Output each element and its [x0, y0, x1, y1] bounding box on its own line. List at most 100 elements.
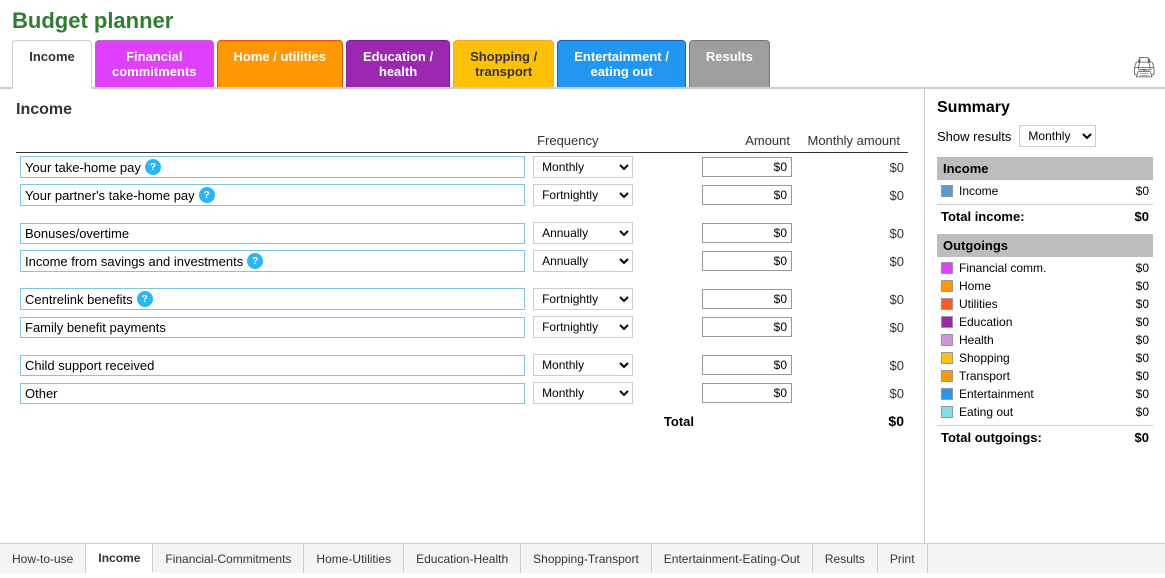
child-support-label: Child support received: [25, 358, 154, 373]
summary-income-row: Income $0: [937, 182, 1153, 200]
partner-pay-amount[interactable]: [702, 185, 792, 205]
child-support-monthly: $0: [798, 351, 908, 379]
bonuses-amount[interactable]: [702, 223, 792, 243]
table-row: Bonuses/overtime Monthly Fortnightly Ann…: [16, 219, 908, 247]
child-support-amount[interactable]: [702, 355, 792, 375]
bottom-tab-results[interactable]: Results: [813, 544, 878, 573]
bottom-tab-income[interactable]: Income: [86, 544, 153, 573]
bottom-tab-entertainment-eating-out[interactable]: Entertainment-Eating-Out: [652, 544, 813, 573]
print-area: 🖨: [1132, 55, 1157, 80]
freq-cell: Monthly Fortnightly Annually Weekly: [529, 351, 698, 379]
other-label: Other: [25, 386, 58, 401]
transport-row-value: $0: [1136, 369, 1149, 383]
row-label-cell: Other: [16, 379, 529, 407]
summary-income-header: Income: [937, 157, 1153, 180]
other-monthly: $0: [798, 379, 908, 407]
summary-utilities-row: Utilities $0: [937, 295, 1153, 313]
table-row: Your take-home pay ? Monthly Fortnightly…: [16, 153, 908, 182]
tab-bar: Income Financialcommitments Home / utili…: [0, 40, 1165, 89]
take-home-pay-frequency[interactable]: Monthly Fortnightly Annually Weekly: [533, 156, 633, 178]
spacer-row: [16, 275, 908, 285]
utilities-row-value: $0: [1136, 297, 1149, 311]
print-icon[interactable]: 🖨: [1132, 57, 1157, 79]
table-row: Child support received Monthly Fortnight…: [16, 351, 908, 379]
shopping-row-label: Shopping: [959, 351, 1136, 365]
table-row: Centrelink benefits ? Monthly Fortnightl…: [16, 285, 908, 313]
amount-cell: [698, 379, 798, 407]
income-row-value: $0: [1136, 184, 1149, 198]
other-frequency[interactable]: Monthly Fortnightly Annually Weekly: [533, 382, 633, 404]
family-benefit-frequency[interactable]: Monthly Fortnightly Annually Weekly: [533, 316, 633, 338]
freq-cell: Monthly Fortnightly Annually Weekly: [529, 219, 698, 247]
partner-pay-help-icon[interactable]: ?: [199, 187, 215, 203]
spacer-row: [16, 209, 908, 219]
centrelink-monthly: $0: [798, 285, 908, 313]
table-row: Your partner's take-home pay ? Monthly F…: [16, 181, 908, 209]
tab-home[interactable]: Home / utilities: [217, 40, 343, 87]
spacer-row: [16, 341, 908, 351]
savings-income-frequency[interactable]: Monthly Fortnightly Annually Weekly: [533, 250, 633, 272]
income-row-label: Income: [959, 184, 1136, 198]
education-color-box: [941, 316, 953, 328]
centrelink-amount[interactable]: [702, 289, 792, 309]
row-label-cell: Centrelink benefits ?: [16, 285, 529, 313]
partner-pay-frequency[interactable]: Monthly Fortnightly Annually Weekly: [533, 184, 633, 206]
bonuses-frequency[interactable]: Monthly Fortnightly Annually Weekly: [533, 222, 633, 244]
amount-cell: [698, 285, 798, 313]
take-home-pay-monthly: $0: [798, 153, 908, 182]
financial-color-box: [941, 262, 953, 274]
take-home-pay-amount[interactable]: [702, 157, 792, 177]
shopping-row-value: $0: [1136, 351, 1149, 365]
centrelink-frequency[interactable]: Monthly Fortnightly Annually Weekly: [533, 288, 633, 310]
freq-cell: Monthly Fortnightly Annually Weekly: [529, 313, 698, 341]
total-label: Total: [16, 407, 698, 432]
col-name-header: [16, 129, 529, 153]
tab-shopping[interactable]: Shopping /transport: [453, 40, 554, 87]
savings-income-help-icon[interactable]: ?: [247, 253, 263, 269]
savings-income-label: Income from savings and investments: [25, 254, 243, 269]
entertainment-row-value: $0: [1136, 387, 1149, 401]
row-label-cell: Child support received: [16, 351, 529, 379]
total-outgoings-value: $0: [1135, 430, 1149, 445]
tab-entertainment[interactable]: Entertainment /eating out: [557, 40, 686, 87]
amount-cell: [698, 219, 798, 247]
summary-shopping-row: Shopping $0: [937, 349, 1153, 367]
show-results-select[interactable]: Monthly Annually: [1019, 125, 1096, 147]
bottom-tab-financial-commitments[interactable]: Financial-Commitments: [153, 544, 304, 573]
bottom-tab-how-to-use[interactable]: How-to-use: [0, 544, 86, 573]
amount-cell: [698, 153, 798, 182]
summary-outgoings-section: Outgoings Financial comm. $0 Home $0 Uti…: [937, 234, 1153, 449]
income-table: Frequency Amount Monthly amount Your tak…: [16, 129, 908, 432]
savings-income-amount[interactable]: [702, 251, 792, 271]
amount-cell: [698, 247, 798, 275]
centrelink-help-icon[interactable]: ?: [137, 291, 153, 307]
bottom-tab-shopping-transport[interactable]: Shopping-Transport: [521, 544, 652, 573]
transport-color-box: [941, 370, 953, 382]
summary-sidebar: Summary Show results Monthly Annually In…: [925, 89, 1165, 543]
row-label-cell: Family benefit payments: [16, 313, 529, 341]
other-amount[interactable]: [702, 383, 792, 403]
bottom-tab-education-health[interactable]: Education-Health: [404, 544, 521, 573]
family-benefit-monthly: $0: [798, 313, 908, 341]
tab-results[interactable]: Results: [689, 40, 770, 87]
col-monthly-header: Monthly amount: [798, 129, 908, 153]
summary-home-row: Home $0: [937, 277, 1153, 295]
partner-pay-monthly: $0: [798, 181, 908, 209]
amount-cell: [698, 313, 798, 341]
savings-income-monthly: $0: [798, 247, 908, 275]
education-row-label: Education: [959, 315, 1136, 329]
tab-education[interactable]: Education /health: [346, 40, 450, 87]
show-results-label: Show results: [937, 129, 1011, 144]
entertainment-color-box: [941, 388, 953, 400]
total-row: Total $0: [16, 407, 908, 432]
bottom-tab-print[interactable]: Print: [878, 544, 928, 573]
child-support-frequency[interactable]: Monthly Fortnightly Annually Weekly: [533, 354, 633, 376]
home-color-box: [941, 280, 953, 292]
row-label-cell: Your take-home pay ?: [16, 153, 529, 182]
col-amount-header: Amount: [698, 129, 798, 153]
bottom-tab-home-utilities[interactable]: Home-Utilities: [304, 544, 404, 573]
take-home-pay-help-icon[interactable]: ?: [145, 159, 161, 175]
tab-income[interactable]: Income: [12, 40, 92, 89]
family-benefit-amount[interactable]: [702, 317, 792, 337]
tab-financial[interactable]: Financialcommitments: [95, 40, 214, 87]
